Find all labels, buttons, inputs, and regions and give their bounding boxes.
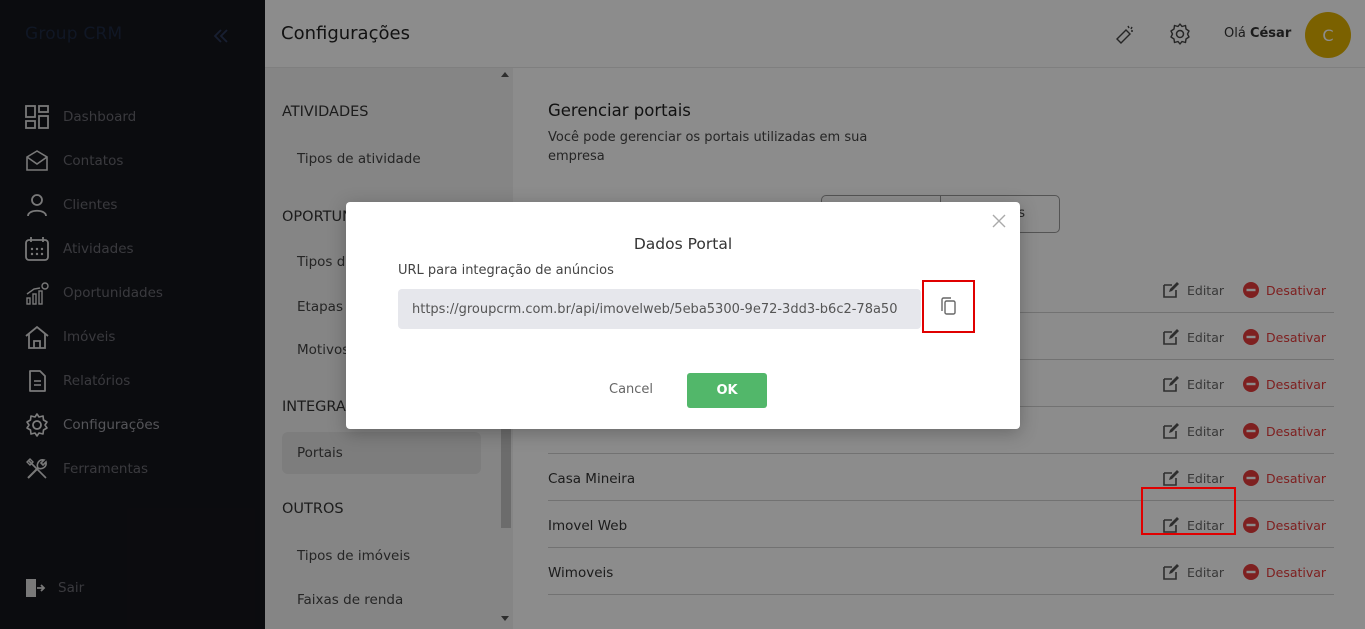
copy-icon [941,297,956,315]
cancel-button[interactable]: Cancel [609,382,653,397]
modal-title: Dados Portal [633,235,733,253]
copy-url-button[interactable] [922,280,975,333]
ok-button[interactable]: OK [687,373,767,408]
close-icon[interactable] [991,213,1007,229]
portal-data-modal: Dados Portal URL para integração de anún… [346,202,1020,429]
highlight-edit-imovel-web [1141,487,1236,535]
url-field-wrapper [398,289,921,329]
url-field-label: URL para integração de anúncios [398,263,614,278]
integration-url-input[interactable] [398,289,916,329]
